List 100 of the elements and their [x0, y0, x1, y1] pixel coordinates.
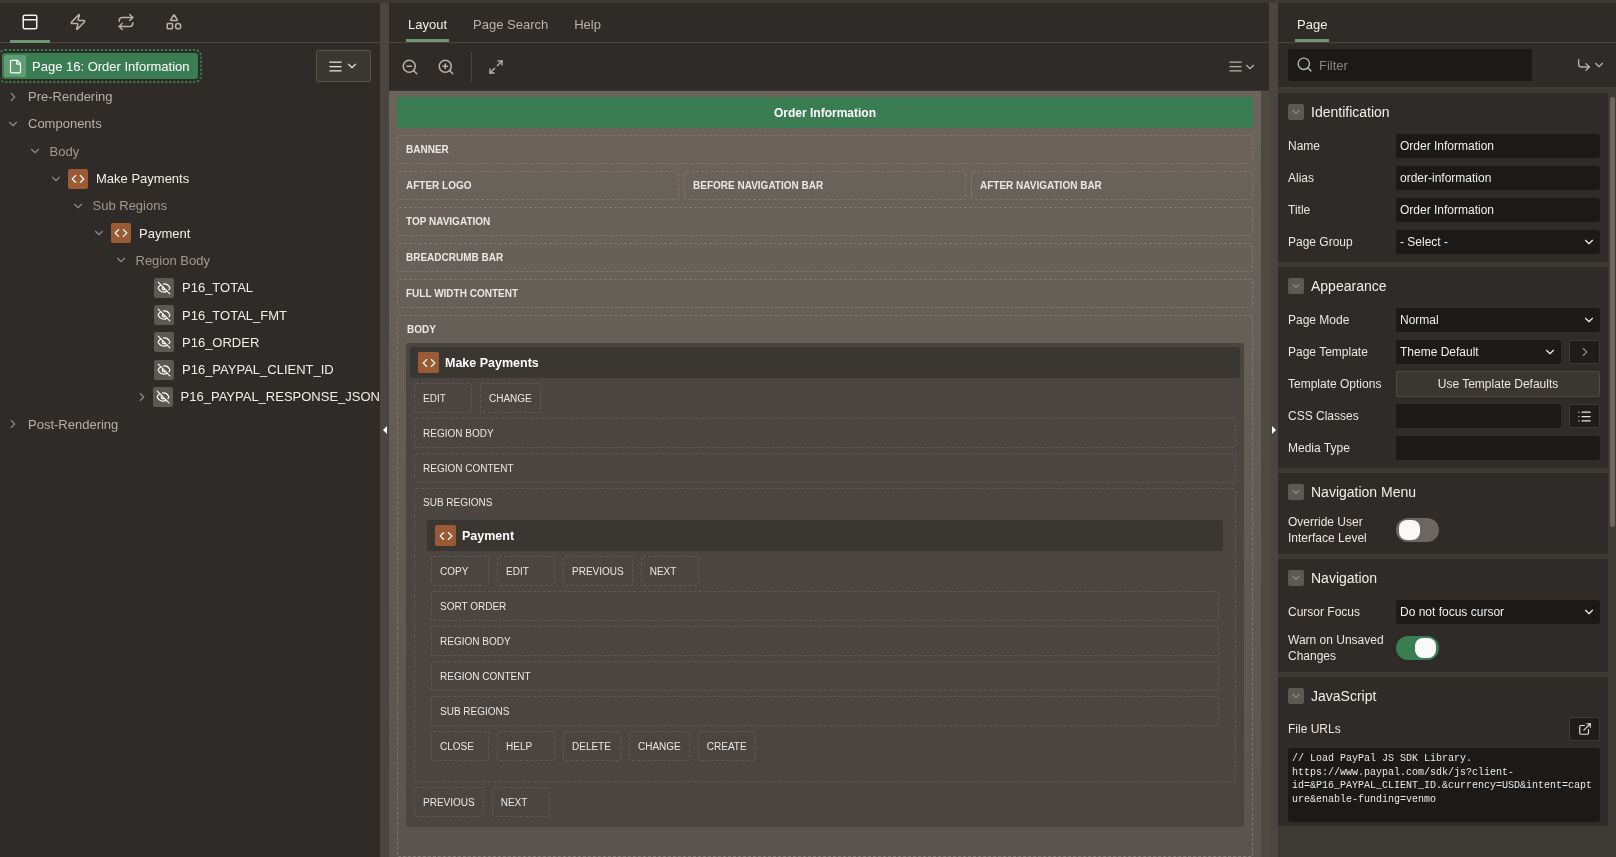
page-icon: [4, 55, 26, 77]
region-slot[interactable]: REGION BODY: [431, 626, 1219, 656]
corner-arrow-icon: [1576, 57, 1592, 73]
button-position[interactable]: CREATE: [697, 731, 756, 761]
expand-button[interactable]: [1569, 717, 1600, 741]
button-position[interactable]: NEXT: [491, 787, 550, 817]
code-icon: [111, 223, 131, 244]
loop-arrows-icon: [117, 12, 135, 31]
select-value: Theme Default: [1400, 345, 1479, 359]
body-label: BODY: [406, 324, 437, 335]
hidden-eye-icon: [154, 305, 174, 325]
tree-item[interactable]: Post-Rendering: [28, 416, 119, 432]
section-title: JavaScript: [1311, 687, 1377, 704]
button-position[interactable]: COPY: [431, 556, 489, 586]
code-icon: [68, 168, 88, 189]
collapse-left-icon: [382, 426, 387, 434]
button-position[interactable]: PREVIOUS: [414, 787, 484, 817]
collapse-right-icon: [1271, 426, 1276, 434]
list-icon: [1577, 408, 1592, 424]
field-label: Alias: [1288, 170, 1315, 186]
region-slot[interactable]: SORT ORDER: [431, 591, 1219, 621]
tree-item[interactable]: Make Payments: [96, 171, 190, 187]
template-defaults-button[interactable]: Use Template Defaults: [1396, 371, 1600, 397]
menu-button[interactable]: [316, 50, 371, 82]
field-label: Media Type: [1288, 440, 1351, 456]
field-label: Name: [1288, 138, 1321, 154]
tree-item[interactable]: Components: [28, 116, 102, 132]
tab[interactable]: Page Search: [471, 3, 551, 42]
region-title: Make Payments: [445, 355, 539, 370]
field-label: File URLs: [1288, 721, 1342, 737]
button-position[interactable]: EDIT: [497, 556, 555, 586]
menu-icon: [328, 58, 343, 74]
text-field[interactable]: Order Information: [1396, 198, 1600, 222]
scrollbar-thumb[interactable]: [1610, 97, 1615, 527]
lightning-icon: [69, 12, 87, 31]
tree-item[interactable]: P16_TOTAL: [182, 280, 254, 296]
region-slot[interactable]: REGION CONTENT: [431, 661, 1219, 691]
region-slot[interactable]: SUB REGIONS: [431, 696, 1219, 726]
tree-item[interactable]: Pre-Rendering: [28, 89, 113, 105]
region-slot[interactable]: REGION CONTENT: [414, 453, 1236, 483]
field-label: Template Options: [1288, 376, 1383, 392]
button-position[interactable]: CHANGE: [480, 383, 541, 413]
button-position[interactable]: CHANGE: [629, 731, 690, 761]
search-icon: [1296, 56, 1313, 73]
collapse-toggle[interactable]: [1288, 277, 1304, 294]
tree-item[interactable]: P16_PAYPAL_CLIENT_ID: [182, 362, 334, 378]
tree-item[interactable]: P16_ORDER: [182, 334, 260, 350]
collapse-toggle[interactable]: [1288, 483, 1304, 500]
menu-icon: [1228, 59, 1243, 74]
tree-item[interactable]: Payment: [139, 225, 191, 241]
region-slot[interactable]: REGION BODY: [414, 418, 1236, 448]
field-label: Title: [1288, 202, 1312, 218]
field-label: Page Template: [1288, 344, 1369, 360]
tree-item[interactable]: Body: [49, 143, 80, 159]
layout-position[interactable]: BANNER: [397, 135, 1253, 164]
layout-position[interactable]: TOP NAVIGATION: [397, 207, 1253, 236]
collapse-toggle[interactable]: [1288, 687, 1304, 704]
toggle-switch[interactable]: [1396, 636, 1439, 660]
tree-item[interactable]: P16_TOTAL_FMT: [182, 307, 287, 323]
page-title-bar: Order Information: [397, 97, 1253, 128]
select-value: Do not focus cursor: [1400, 605, 1505, 619]
layout-position[interactable]: AFTER LOGO: [397, 171, 679, 200]
code-field[interactable]: // Load PayPal JS SDK Library. https://www.paypal.com/sdk/js?client-id=&P16_PAYPAL_CLIENT_ID.&currency=USD&intent=capture&enable-funding=venmo: [1288, 748, 1600, 822]
sub-regions-label: SUB REGIONS: [423, 497, 494, 508]
layout-position[interactable]: FULL WIDTH CONTENT: [397, 279, 1253, 308]
button-position[interactable]: DELETE: [563, 731, 621, 761]
layout-position[interactable]: BEFORE NAVIGATION BAR: [684, 171, 966, 200]
select-field[interactable]: - Select -: [1396, 230, 1600, 254]
select-value: - Select -: [1400, 235, 1448, 249]
hidden-eye-icon: [154, 359, 174, 380]
tree-item[interactable]: P16_PAYPAL_RESPONSE_JSON: [180, 389, 380, 405]
tab[interactable]: Help: [572, 3, 603, 42]
collapse-toggle[interactable]: [1288, 103, 1304, 120]
layout-icon: [21, 12, 39, 31]
layout-position[interactable]: BREADCRUMB BAR: [397, 243, 1253, 272]
button-position[interactable]: CLOSE: [431, 731, 489, 761]
button-position[interactable]: NEXT: [640, 556, 699, 586]
collapse-toggle[interactable]: [1288, 569, 1304, 586]
tree-item[interactable]: Region Body: [135, 252, 210, 268]
shapes-icon: [165, 12, 183, 31]
field-label: Page Mode: [1288, 312, 1351, 328]
select-field[interactable]: Do not focus cursor: [1396, 600, 1600, 624]
list-button[interactable]: [1569, 404, 1600, 428]
select-field[interactable]: Normal: [1396, 308, 1600, 332]
layout-position[interactable]: AFTER NAVIGATION BAR: [971, 171, 1253, 200]
text-field[interactable]: Order Information: [1396, 134, 1600, 158]
filter-field[interactable]: Filter: [1288, 49, 1532, 81]
text-field[interactable]: order-information: [1396, 166, 1600, 190]
hidden-eye-icon: [154, 277, 174, 298]
tree-item[interactable]: Sub Regions: [92, 198, 167, 214]
button-position[interactable]: EDIT: [414, 383, 472, 413]
button-position[interactable]: HELP: [497, 731, 555, 761]
tab[interactable]: Page: [1295, 3, 1330, 42]
section-title: Appearance: [1311, 277, 1387, 294]
external-link-icon: [1577, 722, 1592, 736]
tab[interactable]: Layout: [406, 3, 450, 42]
toggle-switch[interactable]: [1396, 518, 1439, 542]
section-title: Navigation Menu: [1311, 483, 1417, 500]
select-field[interactable]: Theme Default: [1396, 340, 1561, 364]
button-position[interactable]: PREVIOUS: [563, 556, 633, 586]
